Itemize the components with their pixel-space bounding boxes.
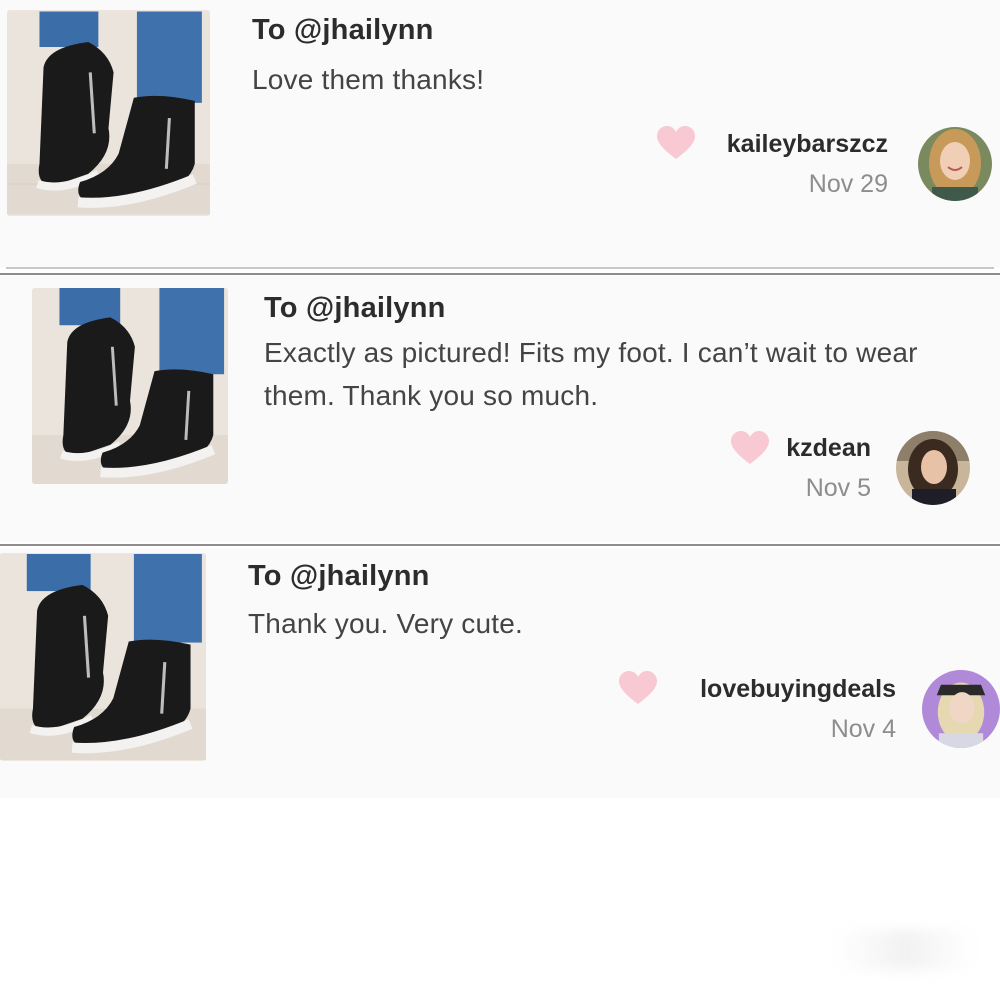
product-photo[interactable]	[7, 10, 210, 216]
divider	[6, 267, 994, 269]
review-card: To @jhailynn Love them thanks! kaileybar…	[0, 0, 1000, 268]
avatar[interactable]	[896, 431, 970, 505]
reviewer-username[interactable]: lovebuyingdeals	[640, 675, 896, 704]
review-message: Exactly as pictured! Fits my foot. I can…	[264, 337, 918, 411]
reviewer-username[interactable]: kaileybarszcz	[620, 130, 888, 159]
product-photo[interactable]	[32, 288, 228, 484]
divider	[0, 544, 1000, 546]
shoe-image	[32, 288, 228, 484]
avatar[interactable]	[918, 127, 992, 201]
watermark-blur	[835, 930, 975, 970]
recipient-label: To @jhailynn	[252, 14, 434, 46]
reviewer-username[interactable]: kzdean	[700, 434, 871, 463]
review-card: To @jhailynn Thank you. Very cute. loveb…	[0, 548, 1000, 798]
review-card: To @jhailynn Exactly as pictured! Fits m…	[0, 276, 1000, 542]
product-photo[interactable]	[0, 553, 206, 761]
review-date: Nov 5	[805, 474, 871, 502]
avatar[interactable]	[922, 670, 1000, 748]
shoe-image	[7, 11, 210, 215]
shoe-image	[0, 554, 206, 760]
divider	[0, 273, 1000, 275]
recipient-label: To @jhailynn	[264, 292, 446, 324]
review-date: Nov 29	[808, 170, 888, 198]
recipient-label: To @jhailynn	[248, 560, 430, 592]
review-message: Thank you. Very cute.	[248, 608, 524, 639]
review-message: Love them thanks!	[252, 64, 485, 95]
review-date: Nov 4	[830, 715, 896, 743]
